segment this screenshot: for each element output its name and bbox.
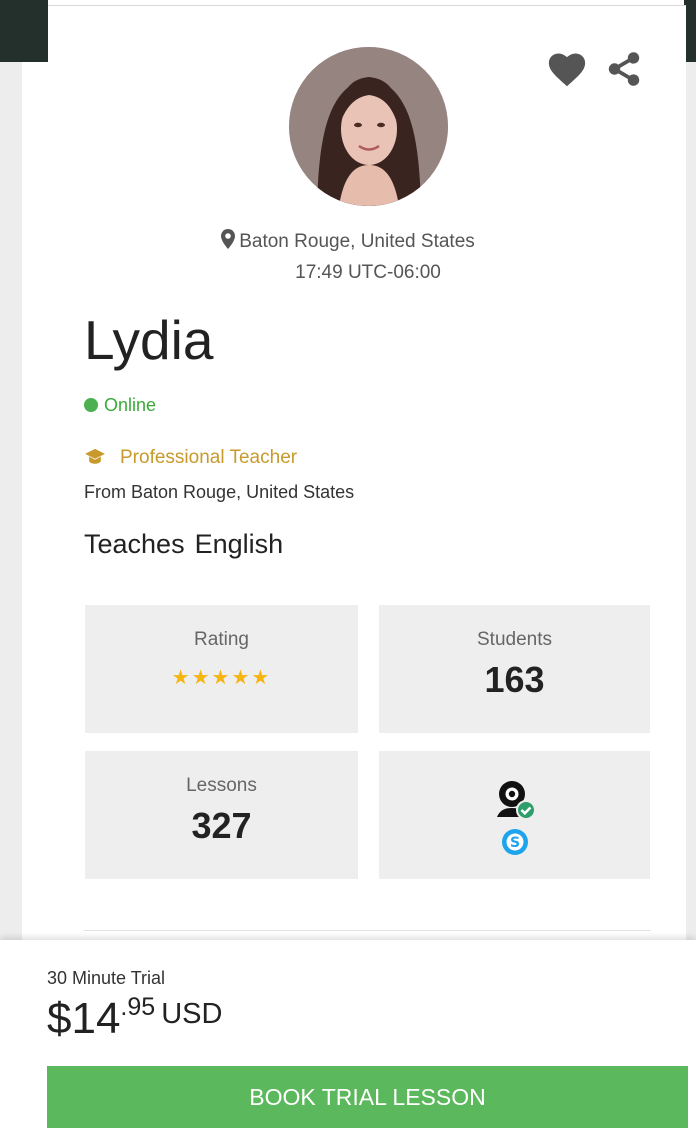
location-text: Baton Rouge, United States — [239, 231, 475, 252]
webcam-verified-icon — [496, 781, 536, 820]
skype-icon: S — [501, 829, 528, 855]
share-button[interactable] — [604, 50, 646, 90]
rating-label: Rating — [194, 629, 249, 650]
rating-stars: ★★★★★ — [171, 667, 272, 689]
online-dot — [84, 398, 98, 412]
teacher-origin: From Baton Rouge, United States — [84, 482, 355, 502]
online-status-text: Online — [104, 395, 157, 415]
page-backdrop-left-header — [0, 0, 48, 62]
section-divider — [84, 930, 651, 931]
favorite-button[interactable] — [545, 50, 589, 90]
teacher-type-text: Professional Teacher — [120, 447, 298, 468]
map-pin-icon — [221, 229, 236, 249]
teacher-location: Baton Rouge, United States — [0, 229, 696, 253]
teacher-avatar — [289, 47, 448, 206]
teacher-type-badge: Professional Teacher — [84, 447, 297, 469]
teacher-local-time: 17:49 UTC-06:00 — [295, 262, 441, 283]
communication-tools-stat: S — [379, 751, 650, 879]
teacher-name: Lydia — [84, 309, 214, 371]
teaches-label: Teaches — [84, 529, 185, 559]
students-value: 163 — [484, 659, 545, 700]
lessons-label: Lessons — [186, 775, 257, 796]
teaches-language: Teaches English — [84, 529, 283, 560]
book-trial-lesson-button[interactable]: BOOK TRIAL LESSON — [47, 1066, 688, 1128]
trial-price: $14.95 USD — [47, 995, 222, 1041]
price-main: $14 — [47, 994, 121, 1043]
svg-text:S: S — [509, 835, 519, 851]
trial-duration-label: 30 Minute Trial — [47, 968, 166, 988]
share-icon — [608, 52, 640, 86]
rating-stat: Rating ★★★★★ — [85, 605, 358, 733]
page-backdrop-left — [0, 0, 22, 940]
students-stat: Students 163 — [379, 605, 650, 733]
price-currency: USD — [161, 998, 223, 1030]
price-cents: .95 — [120, 993, 156, 1021]
graduation-cap-icon — [85, 448, 105, 464]
heart-icon — [548, 53, 586, 87]
online-status: Online — [84, 395, 156, 416]
lessons-value: 327 — [191, 805, 252, 846]
lessons-stat: Lessons 327 — [85, 751, 358, 879]
students-label: Students — [477, 629, 552, 650]
teaches-language-value: English — [194, 529, 284, 559]
